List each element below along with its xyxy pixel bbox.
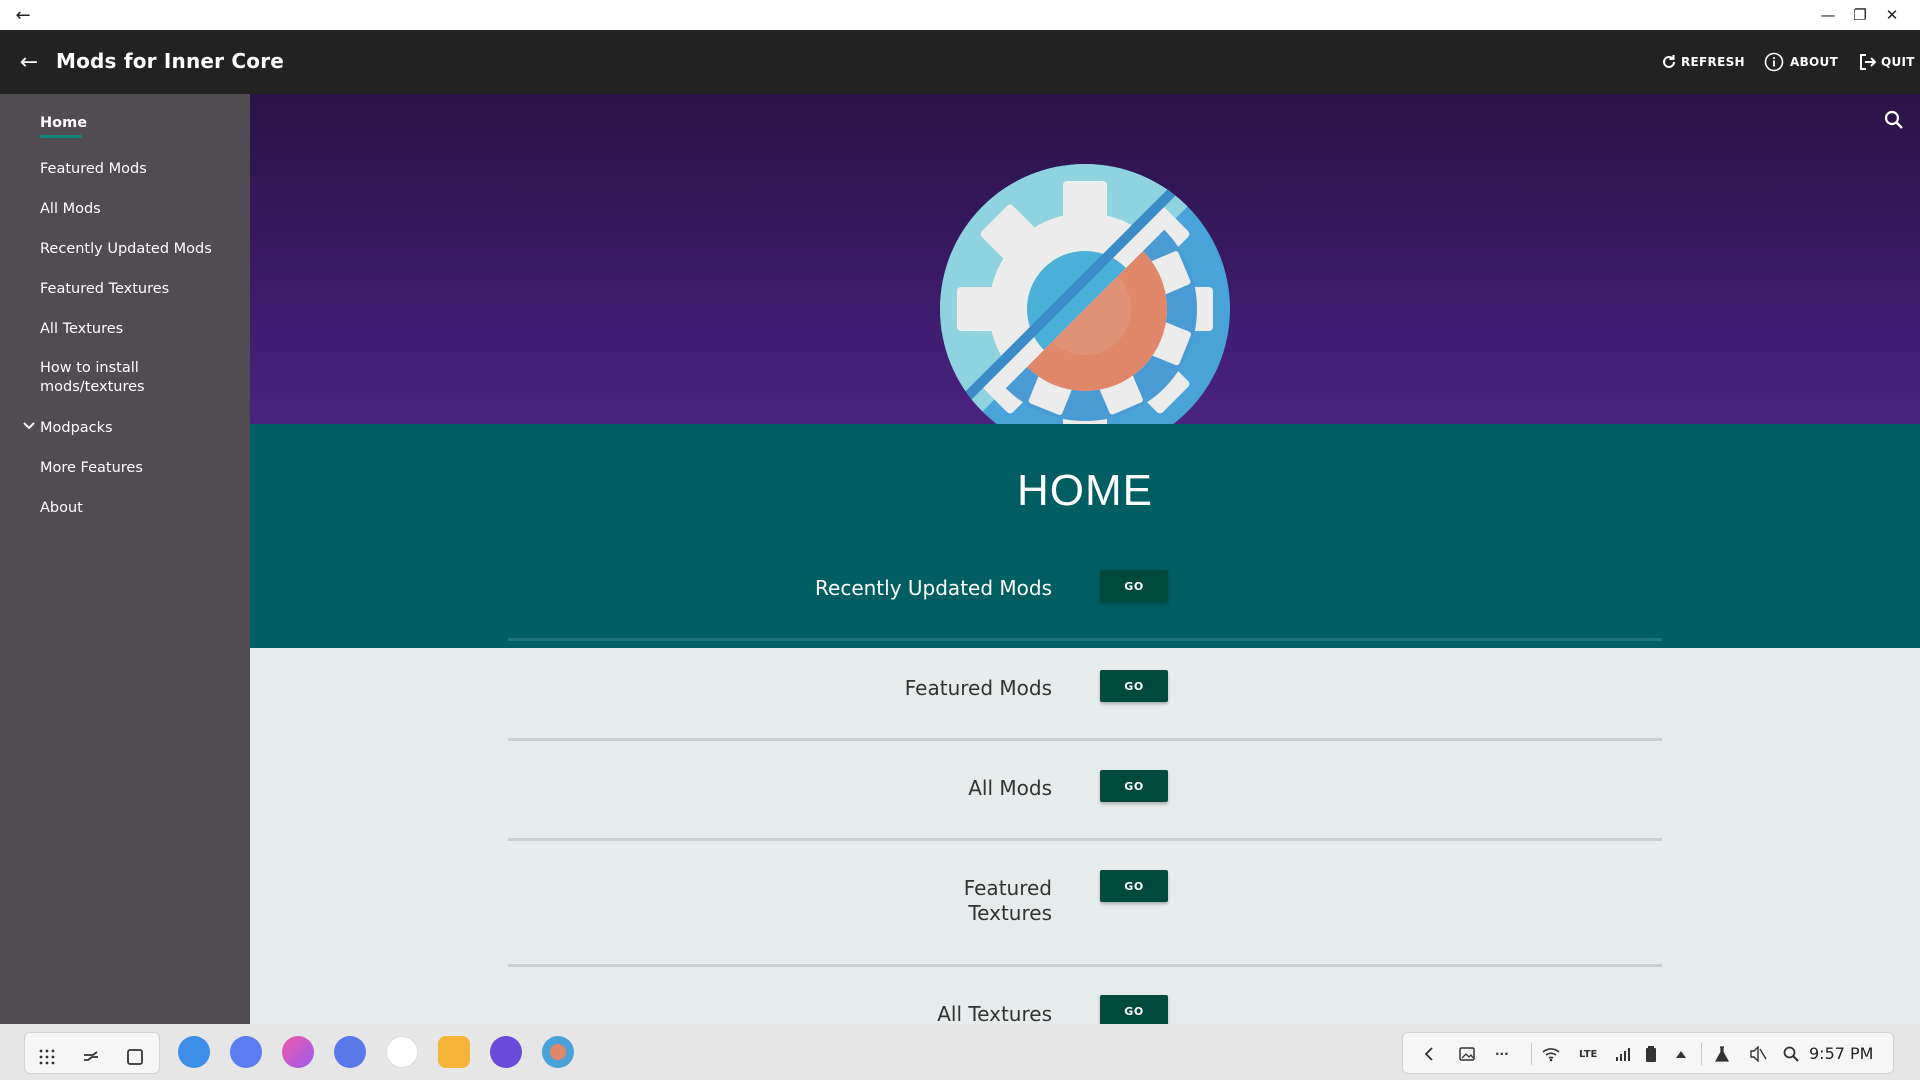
info-icon [1764,52,1784,72]
apps-grid-icon[interactable] [33,1043,61,1071]
go-all-textures-button[interactable]: GO [1100,995,1168,1024]
launcher-group [24,1032,160,1074]
row-label-featured-mods: Featured Mods [904,676,1052,700]
clock[interactable]: 9:57 PM [1809,1044,1873,1063]
go-featured-mods-button[interactable]: GO [1100,670,1168,702]
screen-capture-app-icon[interactable] [230,1036,262,1068]
sidebar-item-how-to-install[interactable]: How to install mods/textures [40,359,145,397]
nav-back-icon[interactable]: ← [14,47,44,77]
window-title-bar: ← — ❐ ✕ [0,0,1920,30]
sidebar-item-all-mods[interactable]: All Mods [40,200,101,219]
go-featured-textures-button[interactable]: GO [1100,870,1168,902]
close-icon[interactable]: ✕ [1880,4,1904,26]
header-section [250,424,1920,648]
sidebar: Home Featured Mods All Mods Recently Upd… [0,94,250,1024]
wifi-icon [1541,1045,1561,1063]
minimize-icon[interactable]: — [1816,4,1840,26]
chevron-left-icon[interactable] [1423,1045,1435,1063]
app-logo [940,164,1230,424]
row-label-all-textures: All Textures [937,1002,1052,1024]
hero-banner [250,94,1920,424]
separator [1701,1043,1702,1065]
inner-core-app-icon[interactable] [542,1036,574,1068]
recents-icon[interactable] [77,1043,105,1071]
refresh-label: REFRESH [1681,55,1745,69]
sidebar-item-modpacks[interactable]: Modpacks [40,419,113,438]
sidebar-item-more-features[interactable]: More Features [40,459,143,478]
sidebar-item-featured-mods[interactable]: Featured Mods [40,160,147,179]
gallery-icon[interactable] [1459,1045,1475,1063]
app-title: Mods for Inner Core [56,49,285,73]
divider [508,838,1662,841]
battery-icon [1645,1045,1657,1063]
row-label-line2: Textures [968,901,1052,925]
separator [1531,1043,1532,1065]
cloud-app-icon[interactable] [178,1036,210,1068]
go-all-mods-button[interactable]: GO [1100,770,1168,802]
sidebar-item-about[interactable]: About [40,499,83,518]
home-square-icon[interactable] [121,1043,149,1071]
more-dots-icon[interactable]: ··· [1495,1045,1509,1063]
row-label-recently-updated-mods: Recently Updated Mods [815,576,1052,600]
search-tray-icon[interactable] [1783,1045,1799,1063]
sidebar-item-all-textures[interactable]: All Textures [40,320,123,339]
lte-indicator: LTE [1579,1048,1598,1060]
sidebar-item-home[interactable]: Home [40,114,87,133]
main-content: HOME Recently Updated Mods GO Featured M… [250,94,1920,1024]
row-label-all-mods: All Mods [968,776,1052,800]
sidebar-item-recently-updated-mods[interactable]: Recently Updated Mods [40,240,212,259]
row-label-line1: Featured [963,876,1052,900]
exit-icon [1858,52,1878,72]
arrow-up-icon[interactable] [1675,1045,1687,1063]
about-button[interactable]: ABOUT [1764,50,1838,74]
refresh-button[interactable]: REFRESH [1660,50,1745,74]
system-tray: ··· LTE 9:57 PM [1402,1032,1894,1074]
mute-icon[interactable] [1749,1045,1767,1063]
restore-icon[interactable]: ❐ [1848,4,1872,26]
galaxy-apps-icon[interactable] [386,1036,418,1068]
sidebar-item-label-line2: mods/textures [40,379,145,395]
sidebar-item-label: How to install [40,360,139,376]
quit-button[interactable]: QUIT [1858,50,1915,74]
settings-app-icon[interactable] [334,1036,366,1068]
signal-icon [1615,1045,1631,1063]
sidebar-item-featured-textures[interactable]: Featured Textures [40,280,169,299]
refresh-icon [1660,53,1678,71]
search-icon[interactable] [1882,108,1906,132]
app-bar: ← Mods for Inner Core REFRESH ABOUT QUIT [0,30,1920,94]
files-app-icon[interactable] [438,1036,470,1068]
page-title: HOME [1017,466,1153,515]
divider [508,638,1662,641]
divider [508,964,1662,967]
about-label: ABOUT [1790,55,1839,69]
taskbar: ··· LTE 9:57 PM [0,1024,1920,1080]
go-recently-updated-mods-button[interactable]: GO [1100,570,1168,602]
quit-label: QUIT [1881,55,1915,69]
flask-icon [1715,1045,1729,1063]
row-label-featured-textures: Featured Textures [964,876,1052,926]
chevron-down-icon[interactable] [22,419,36,437]
internet-app-icon[interactable] [490,1036,522,1068]
store-app-icon[interactable] [282,1036,314,1068]
divider [508,738,1662,741]
active-indicator [40,135,82,138]
window-back-icon[interactable]: ← [12,4,34,26]
